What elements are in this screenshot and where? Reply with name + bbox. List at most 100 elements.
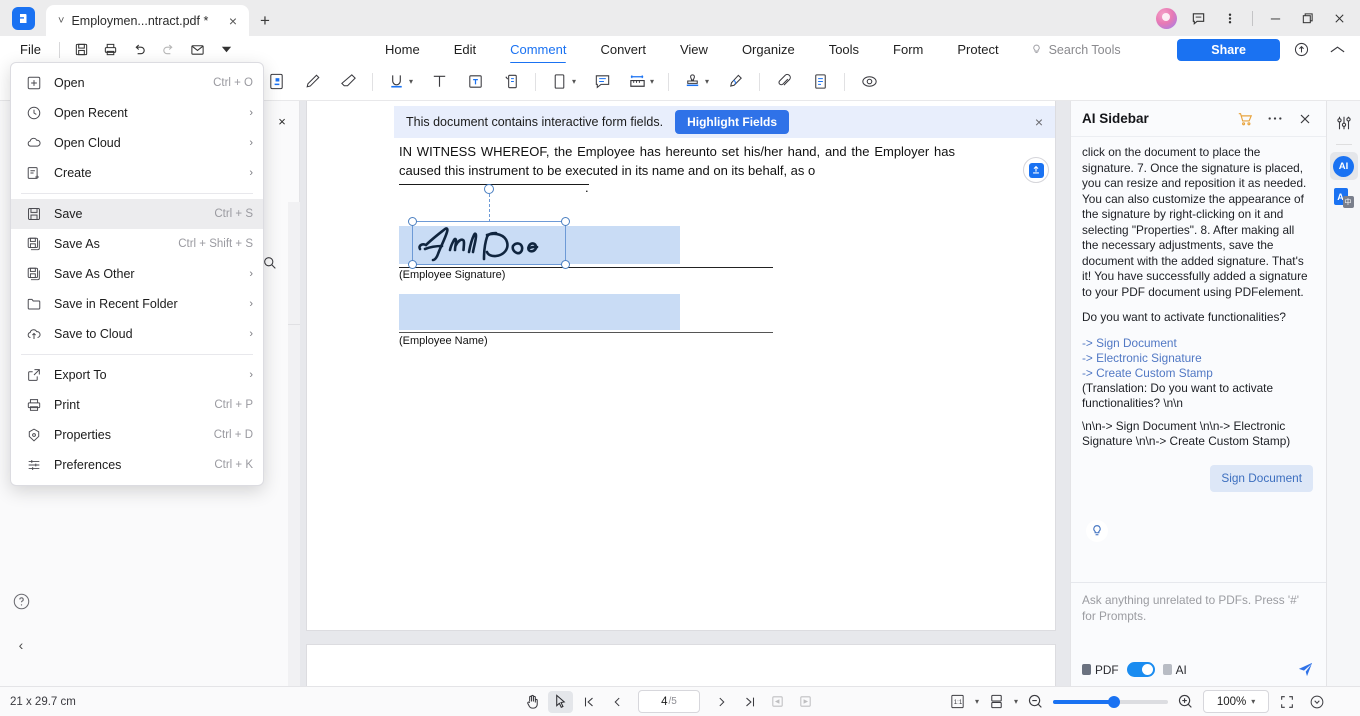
zoom-slider[interactable] [1053, 695, 1169, 709]
signature-icon[interactable] [721, 67, 749, 97]
last-page-button[interactable] [737, 691, 762, 713]
highlight-fields-button[interactable]: Highlight Fields [675, 110, 790, 134]
ai-input-area[interactable]: Ask anything unrelated to PDFs. Press '#… [1071, 582, 1326, 686]
tab-home[interactable]: Home [368, 36, 437, 63]
quick-email-icon[interactable] [184, 39, 211, 61]
left-panel-close-icon[interactable]: × [272, 111, 292, 131]
cloud-upload-icon[interactable] [1286, 35, 1316, 65]
minimize-button[interactable] [1260, 3, 1290, 33]
tab-organize[interactable]: Organize [725, 36, 812, 63]
tab-protect[interactable]: Protect [940, 36, 1015, 63]
quick-print-icon[interactable] [97, 39, 124, 61]
menu-item-preferences[interactable]: Preferences Ctrl + K [11, 450, 263, 480]
file-menu-button[interactable]: File [14, 40, 47, 59]
maximize-button[interactable] [1292, 3, 1322, 33]
more-view-options-icon[interactable] [1304, 691, 1329, 713]
highlight-area-icon[interactable] [262, 67, 290, 97]
name-form-field[interactable] [399, 294, 680, 330]
page-number-input[interactable]: 4 /5 [638, 690, 700, 713]
more-icon[interactable] [1264, 108, 1286, 130]
text-box-icon[interactable] [461, 67, 489, 97]
document-viewer[interactable] [300, 101, 1070, 686]
menu-item-export-to[interactable]: Export To › [11, 360, 263, 390]
feedback-icon[interactable] [1183, 3, 1213, 33]
send-icon[interactable] [1297, 661, 1314, 678]
zoom-out-icon[interactable] [1023, 691, 1048, 713]
menu-item-open-cloud[interactable]: Open Cloud › [11, 128, 263, 158]
close-icon[interactable] [1294, 108, 1316, 130]
zoom-level-select[interactable]: 100% ▾ [1203, 690, 1270, 713]
close-tab-icon[interactable]: × [225, 13, 241, 29]
menu-item-save-in-recent-folder[interactable]: Save in Recent Folder › [11, 289, 263, 319]
zoom-in-icon[interactable] [1173, 691, 1198, 713]
user-avatar[interactable] [1151, 3, 1181, 33]
tab-edit[interactable]: Edit [437, 36, 493, 63]
next-view-button[interactable] [793, 691, 818, 713]
menu-item-properties[interactable]: Properties Ctrl + D [11, 420, 263, 450]
file-attach-icon[interactable] [806, 67, 834, 97]
download-field-badge[interactable] [1023, 157, 1049, 183]
resize-handle-top-left[interactable] [408, 217, 417, 226]
chevron-down-icon[interactable]: ▾ [650, 77, 654, 86]
ai-link-create-custom-stamp[interactable]: -> Create Custom Stamp [1082, 366, 1313, 381]
ai-assistant-icon[interactable]: AI [1329, 152, 1358, 180]
notice-close-icon[interactable]: × [1035, 114, 1043, 130]
text-icon[interactable] [425, 67, 453, 97]
measure-icon[interactable]: ▾ [624, 67, 658, 97]
adjust-sliders-icon[interactable] [1330, 109, 1358, 137]
prev-view-button[interactable] [765, 691, 790, 713]
new-tab-button[interactable]: + [249, 5, 281, 36]
chevron-down-icon[interactable]: ▾ [572, 77, 576, 86]
attachment-icon[interactable] [770, 67, 798, 97]
tab-tools[interactable]: Tools [812, 36, 876, 63]
quick-redo-icon[interactable] [155, 39, 182, 61]
menu-item-save[interactable]: Save Ctrl + S [11, 199, 263, 229]
first-page-button[interactable] [576, 691, 601, 713]
cart-icon[interactable] [1234, 108, 1256, 130]
stamp-icon[interactable]: ▾ [679, 67, 713, 97]
chevron-down-icon[interactable]: ▾ [409, 77, 413, 86]
share-button[interactable]: Share [1177, 38, 1280, 61]
next-page-button[interactable] [709, 691, 734, 713]
resize-handle-bottom-left[interactable] [408, 260, 417, 269]
menu-item-save-as-other[interactable]: Save As Other › [11, 259, 263, 289]
close-window-button[interactable] [1324, 3, 1354, 33]
chevron-down-icon[interactable]: ˅ [58, 15, 64, 27]
zoom-slider-knob[interactable] [1108, 695, 1121, 708]
signature-selection-box[interactable] [408, 184, 570, 269]
select-cursor-icon[interactable] [548, 690, 573, 713]
eye-icon[interactable] [855, 67, 883, 97]
menu-item-open[interactable]: Open Ctrl + O [11, 68, 263, 98]
underline-icon[interactable]: ▾ [383, 67, 417, 97]
page-layout-icon[interactable] [984, 691, 1009, 713]
quick-save-icon[interactable] [68, 39, 95, 61]
document-tab[interactable]: ˅ Employmen...ntract.pdf * × [46, 5, 249, 36]
ai-input-placeholder[interactable]: Ask anything unrelated to PDFs. Press '#… [1082, 593, 1314, 624]
collapse-panel-icon[interactable]: ‹ [8, 632, 34, 658]
callout-icon[interactable] [497, 67, 525, 97]
actual-size-icon[interactable]: 1:1 [945, 691, 970, 713]
rotate-handle[interactable] [484, 184, 494, 194]
file-menu-dropdown[interactable]: Open Ctrl + O Open Recent › Open Cloud ›… [10, 62, 264, 486]
eraser-icon[interactable] [334, 67, 362, 97]
resize-handle-top-right[interactable] [561, 217, 570, 226]
ai-chip-sign-document[interactable]: Sign Document [1210, 464, 1313, 492]
note-icon[interactable] [588, 67, 616, 97]
menu-item-print[interactable]: Print Ctrl + P [11, 390, 263, 420]
ai-link-sign-document[interactable]: -> Sign Document [1082, 336, 1313, 351]
tab-form[interactable]: Form [876, 36, 940, 63]
lightbulb-icon[interactable] [1086, 520, 1108, 542]
chevron-down-icon[interactable]: ▾ [705, 77, 709, 86]
tab-comment[interactable]: Comment [493, 36, 583, 64]
collapse-ribbon-icon[interactable] [1322, 35, 1352, 65]
help-icon[interactable] [8, 588, 34, 614]
search-tools-button[interactable]: Search Tools [1030, 43, 1121, 57]
resize-handle-bottom-right[interactable] [561, 260, 570, 269]
menu-item-open-recent[interactable]: Open Recent › [11, 98, 263, 128]
menu-item-save-as[interactable]: Save As Ctrl + Shift + S [11, 229, 263, 259]
tab-convert[interactable]: Convert [583, 36, 663, 63]
chevron-down-icon[interactable]: ▾ [975, 697, 979, 706]
ai-link-electronic-signature[interactable]: -> Electronic Signature [1082, 351, 1313, 366]
mode-pdf-option[interactable]: PDF [1082, 663, 1119, 677]
hand-tool-icon[interactable] [520, 691, 545, 713]
